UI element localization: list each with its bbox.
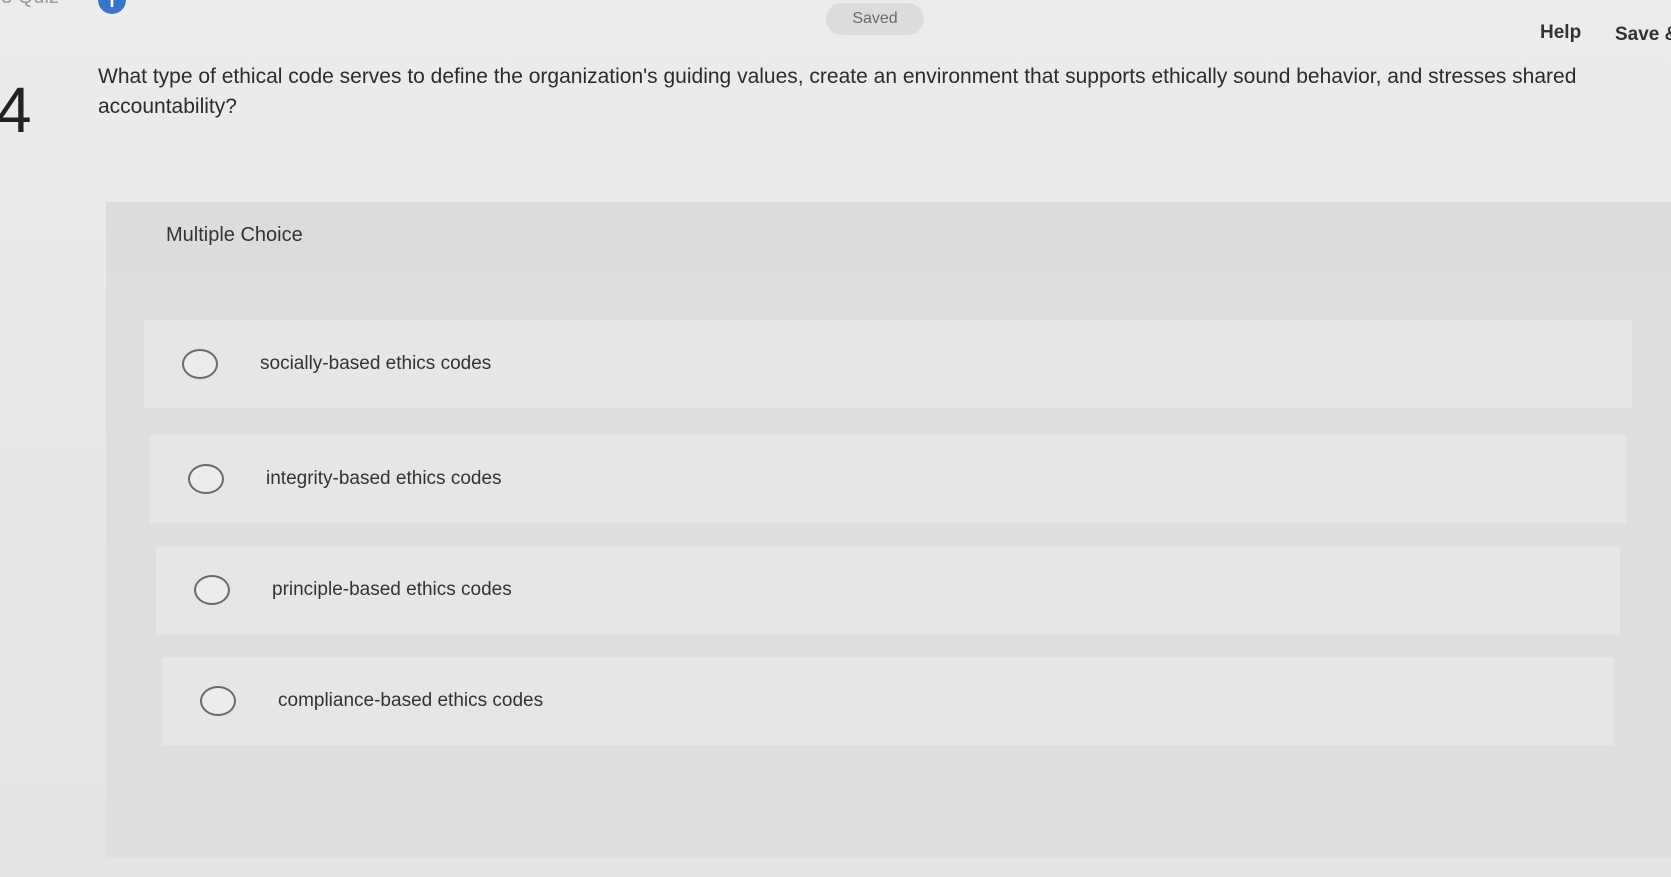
answer-option-label: integrity-based ethics codes bbox=[266, 468, 502, 489]
quiz-title: t 3 Quiz bbox=[0, 0, 59, 9]
answer-option[interactable]: integrity-based ethics codes bbox=[150, 435, 1626, 523]
radio-button[interactable] bbox=[182, 349, 218, 379]
answer-option-label: socially-based ethics codes bbox=[260, 353, 492, 374]
help-link[interactable]: Help bbox=[1540, 22, 1581, 44]
radio-button[interactable] bbox=[194, 575, 230, 605]
question-type-label: Multiple Choice bbox=[166, 224, 303, 246]
saved-status-badge: Saved bbox=[826, 3, 924, 35]
radio-button[interactable] bbox=[188, 464, 224, 494]
radio-button[interactable] bbox=[200, 686, 236, 716]
info-icon[interactable]: i bbox=[98, 0, 126, 14]
question-number: 4 bbox=[0, 74, 32, 146]
answer-panel: Multiple Choice socially-based ethics co… bbox=[106, 202, 1671, 857]
answer-option[interactable]: compliance-based ethics codes bbox=[162, 657, 1614, 745]
quiz-page: t 3 Quiz i Saved Help Save & 4 What type… bbox=[0, 0, 1671, 877]
panel-header: Multiple Choice bbox=[106, 202, 1671, 272]
answer-option[interactable]: socially-based ethics codes bbox=[144, 320, 1632, 408]
answer-option-label: principle-based ethics codes bbox=[272, 579, 512, 600]
save-exit-link[interactable]: Save & bbox=[1615, 24, 1671, 46]
answer-option[interactable]: principle-based ethics codes bbox=[156, 546, 1620, 634]
answer-option-label: compliance-based ethics codes bbox=[278, 690, 544, 711]
question-text: What type of ethical code serves to defi… bbox=[98, 65, 1577, 118]
